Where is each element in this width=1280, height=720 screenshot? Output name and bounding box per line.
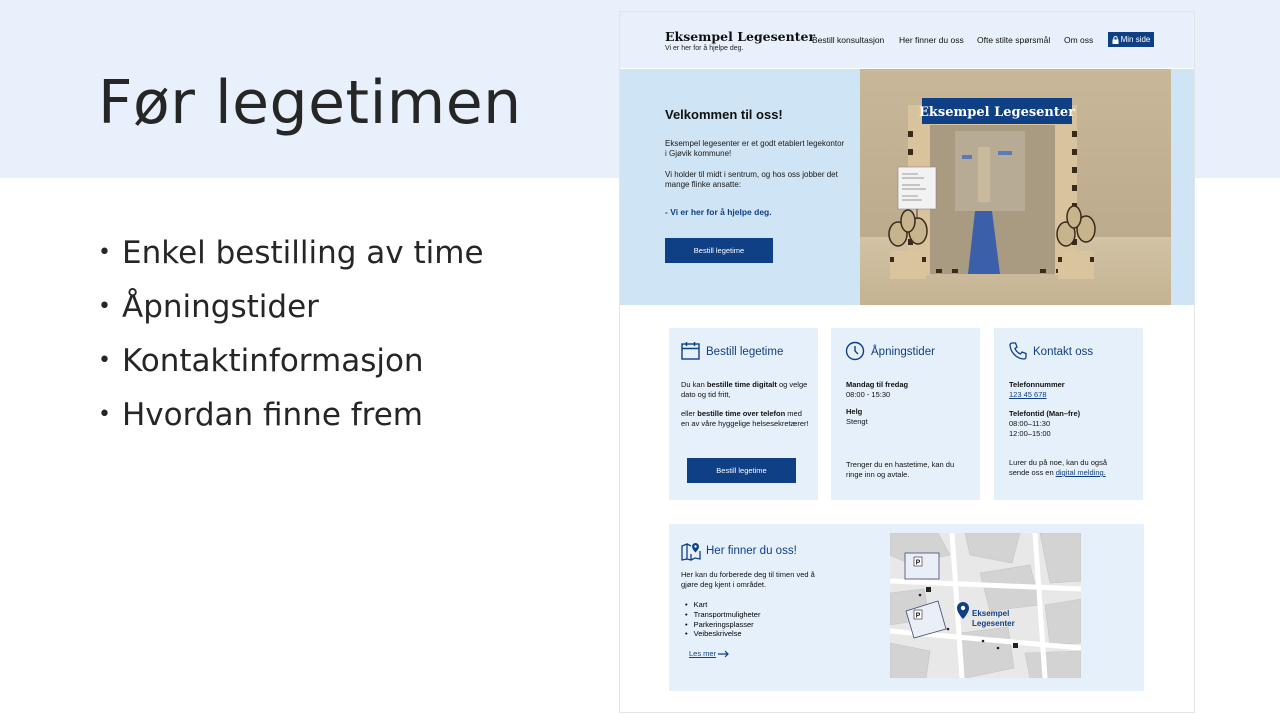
nav-item-bestill-konsultasjon[interactable]: Bestill konsultasjon (812, 35, 884, 45)
nav-item-her-finner-du-oss[interactable]: Her finner du oss (899, 35, 964, 45)
nav-item-faq[interactable]: Ofte stilte spørsmål (977, 35, 1050, 45)
hero-book-button[interactable]: Bestill legetime (665, 238, 773, 263)
digital-message-link[interactable]: digital melding. (1056, 468, 1106, 477)
hours-weekday: Mandag til fredag 08:00 - 15:30 (846, 380, 909, 399)
hero-slogan: - Vi er her for å hjelpe deg. (665, 207, 772, 217)
contact-phone-time: Telefontid (Man–fre) 08:00–11:30 12:00–15:… (1009, 409, 1081, 438)
site-logo-name[interactable]: Eksempel Legesenter (665, 29, 815, 44)
hero-section: Velkommen til oss! Eksempel legesenter e… (620, 69, 1194, 305)
slide-title: Før legetimen (98, 68, 522, 138)
booking-card: Bestill legetime Du kan bestille time di… (669, 328, 818, 500)
map-label: Legesenter (972, 619, 1015, 628)
booking-title: Bestill legetime (706, 346, 784, 358)
location-map[interactable]: P P Eksempel Legesenter (890, 533, 1081, 678)
photo-sign-text: Eksempel Legesenter (919, 105, 1075, 120)
booking-text-2: eller bestille time over telefon med en … (681, 409, 809, 428)
arrow-right-icon (718, 650, 729, 657)
map-pin-icon (681, 543, 701, 561)
list-item: Parkeringsplasser (681, 620, 760, 630)
svg-text:P: P (916, 560, 921, 567)
slide-bullet-list: • Enkel bestilling av time • Åpningstider … (98, 232, 484, 448)
lock-icon (1112, 35, 1119, 44)
contact-note: Lurer du på noe, kan du også sende oss e… (1009, 458, 1107, 477)
slide-bullet: • Hvordan finne frem (98, 397, 423, 433)
hours-note: Trenger du en hastetime, kan du ringe in… (846, 460, 955, 479)
booking-button[interactable]: Bestill legetime (687, 458, 796, 483)
nav-item-om-oss[interactable]: Om oss (1064, 35, 1093, 45)
clock-icon (845, 341, 865, 361)
phone-icon (1009, 342, 1027, 360)
website-mockup: Eksempel Legesenter Vi er her for å hjel… (619, 11, 1195, 713)
slide-bullet: • Enkel bestilling av time (98, 235, 484, 271)
hours-weekend: Helg Stengt (846, 407, 868, 426)
clinic-model-photo: Eksempel Legesenter (860, 69, 1171, 305)
list-item: Veibeskrivelse (681, 629, 760, 639)
hero-paragraph-2: Vi holder til midt i sentrum, og hos oss… (665, 170, 838, 189)
phone-link[interactable]: 123 45 678 (1009, 390, 1047, 399)
site-header: Eksempel Legesenter Vi er her for å hjel… (620, 12, 1194, 68)
find-us-list: Kart Transportmuligheter Parkeringsplass… (681, 600, 761, 639)
list-item: Kart (681, 600, 760, 610)
min-side-button[interactable]: Min side (1108, 32, 1154, 47)
contact-card: Kontakt oss Telefonnummer 123 45 678 Tele… (994, 328, 1143, 500)
min-side-label: Min side (1120, 35, 1151, 44)
booking-text-1: Du kan bestille time digitalt og velge d… (681, 380, 808, 399)
hours-title: Åpningstider (871, 346, 935, 358)
list-item: Transportmuligheter (681, 610, 761, 620)
calendar-icon (681, 342, 700, 360)
find-us-title: Her finner du oss! (706, 545, 797, 557)
read-more-link[interactable]: Les mer (689, 649, 730, 658)
hero-title: Velkommen til oss! (665, 107, 783, 122)
find-us-intro: Her kan du forberede deg til timen ved å… (681, 570, 815, 589)
svg-text:P: P (916, 613, 921, 620)
hero-paragraph-1: Eksempel legesenter er et godt etablert … (665, 139, 845, 158)
site-tagline: Vi er her for å hjelpe deg. (665, 45, 744, 52)
map-label: Eksempel (972, 609, 1009, 618)
contact-phone: Telefonnummer 123 45 678 (1009, 380, 1065, 399)
slide-bullet: • Åpningstider (98, 289, 319, 325)
slide-bullet: • Kontaktinformasjon (98, 343, 424, 379)
contact-title: Kontakt oss (1033, 346, 1094, 358)
find-us-card: Her finner du oss! Her kan du forberede … (669, 524, 1144, 691)
hours-card: Åpningstider Mandag til fredag 08:00 - 15… (831, 328, 980, 500)
